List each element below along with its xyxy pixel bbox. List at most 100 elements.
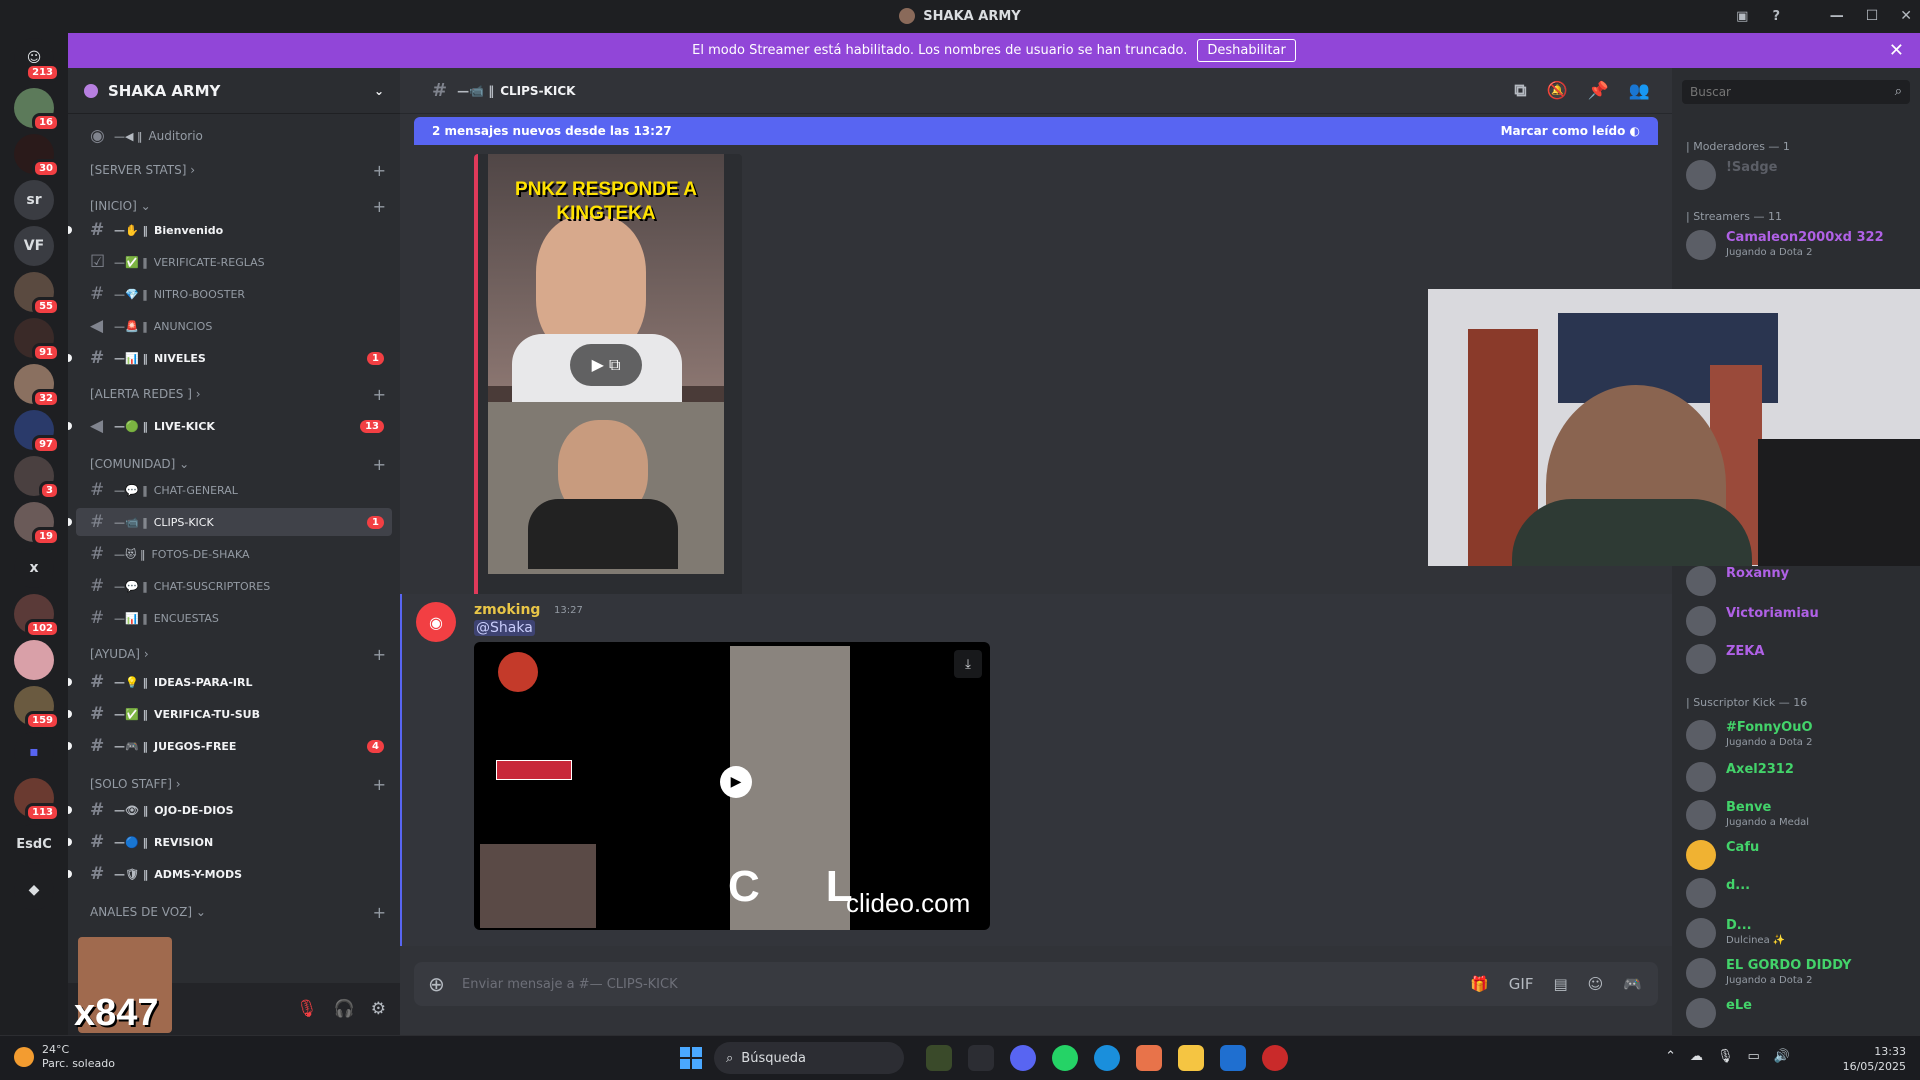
whatsapp-app-icon[interactable] (1052, 1045, 1078, 1071)
member-item[interactable]: #FonnyOuO Jugando a Dota 2 (1686, 718, 1914, 754)
disable-streamer-button[interactable]: Deshabilitar (1197, 39, 1296, 62)
add-channel-icon[interactable]: + (373, 197, 386, 216)
close-icon[interactable]: ✕ (1889, 40, 1904, 61)
guild-icon[interactable]: 159 (14, 686, 60, 730)
guild-icon[interactable]: 16 (14, 88, 60, 132)
message-input[interactable]: ⊕ Enviar mensaje a #— CLIPS-KICK 🎁 GIF ▤… (414, 962, 1658, 1006)
member-item[interactable]: ZEKA (1686, 642, 1914, 678)
weather-widget[interactable]: 24°C Parc. soleado (14, 1043, 115, 1071)
channel-chat-general[interactable]: # —💬 ‖ CHAT-GENERAL (76, 476, 392, 504)
channel-fotos[interactable]: # —😻 ‖ FOTOS-DE-SHAKA (76, 540, 392, 568)
guild-icon[interactable]: 113 (14, 778, 60, 822)
video-thumbnail[interactable]: PNKZ RESPONDE A KINGTEKA ▶ ⧉ (488, 154, 724, 574)
avatar[interactable]: ◉ (416, 602, 456, 642)
member-item[interactable]: Victoriamiau (1686, 604, 1914, 640)
start-button[interactable] (680, 1047, 702, 1069)
user-mention[interactable]: @Shaka (474, 620, 535, 636)
channel-verificate[interactable]: ☑ —✅ ‖ VERIFICATE-REGLAS (76, 248, 392, 276)
member-item[interactable]: D... Dulcinea ✨ (1686, 916, 1914, 952)
widget-icon[interactable] (926, 1045, 952, 1071)
display-icon[interactable]: ▭ (1748, 1049, 1760, 1064)
category-server-stats[interactable]: [SERVER STATS] › + (76, 158, 392, 182)
guild-icon[interactable]: 55 (14, 272, 60, 316)
server-header[interactable]: SHAKA ARMY ⌄ (68, 68, 400, 114)
category-canales-voz[interactable]: ANALES DE VOZ] ⌄ + (76, 900, 392, 924)
edge-app-icon[interactable] (1094, 1045, 1120, 1071)
mic-icon[interactable]: 🎙 (1717, 1049, 1734, 1064)
guild-icon[interactable]: ◆ (14, 870, 54, 910)
chevron-up-icon[interactable]: ⌃ (1665, 1049, 1676, 1064)
folder-icon[interactable]: ▪ (14, 732, 54, 772)
file-explorer-icon[interactable] (1178, 1045, 1204, 1071)
guild-icon[interactable]: 32 (14, 364, 60, 408)
channel-bienvenido[interactable]: # —✋ ‖ Bienvenido (68, 216, 392, 244)
member-item[interactable]: eLe (1686, 996, 1914, 1032)
taskview-icon[interactable] (968, 1045, 994, 1071)
channel-ojo-de-dios[interactable]: # —👁 ‖ OJO-DE-DIOS (68, 796, 392, 824)
member-item[interactable]: Camaleon2000xd 322 Jugando a Dota 2 (1686, 228, 1914, 264)
channel-encuestas[interactable]: # —📊 ‖ ENCUESTAS (76, 604, 392, 632)
chevron-down-icon[interactable]: ⌄ (374, 84, 384, 98)
add-channel-icon[interactable]: + (373, 385, 386, 404)
search-input[interactable] (1682, 80, 1910, 104)
guild-icon[interactable]: 19 (14, 502, 60, 546)
add-attachment-icon[interactable]: ⊕ (428, 972, 445, 996)
help-icon[interactable]: ? (1772, 9, 1780, 24)
download-icon[interactable]: ⤓ (954, 650, 982, 678)
pin-icon[interactable]: 📌 (1588, 81, 1609, 101)
member-item[interactable]: Benve Jugando a Medal (1686, 798, 1914, 834)
close-window-button[interactable]: ✕ (1900, 8, 1912, 24)
category-inicio[interactable]: [INICIO] ⌄ + (76, 194, 392, 218)
stage-channel[interactable]: ◉ —◀ ‖ Auditorio (76, 122, 392, 150)
minimize-button[interactable]: — (1830, 8, 1844, 24)
store-app-icon[interactable] (1220, 1045, 1246, 1071)
guild-icon[interactable]: x (14, 548, 54, 588)
copilot-app-icon[interactable] (1136, 1045, 1162, 1071)
clock[interactable]: 13:33 16/05/2025 (1843, 1044, 1906, 1074)
mic-muted-icon[interactable]: 🎙 (296, 999, 318, 1019)
member-item[interactable]: EL GORDO DIDDY Jugando a Dota 2 (1686, 956, 1914, 992)
add-channel-icon[interactable]: + (373, 903, 386, 922)
channel-revision[interactable]: # —🔵 ‖ REVISION (68, 828, 392, 856)
bell-icon[interactable]: 🔕 (1546, 81, 1567, 101)
record-app-icon[interactable] (1262, 1045, 1288, 1071)
guild-icon[interactable]: VF (14, 226, 54, 266)
emoji-icon[interactable]: ☺ (1588, 975, 1604, 993)
mark-read-button[interactable]: Marcar como leído ◐ (1501, 124, 1640, 138)
guild-icon[interactable] (14, 640, 54, 680)
member-item[interactable]: d... (1686, 876, 1914, 912)
activities-icon[interactable]: 🎮 (1623, 975, 1642, 993)
guild-icon[interactable]: 97 (14, 410, 60, 454)
channel-verifica-sub[interactable]: # —✅ ‖ VERIFICA-TU-SUB (68, 700, 392, 728)
category-comunidad[interactable]: [COMUNIDAD] ⌄ + (76, 452, 392, 476)
new-messages-bar[interactable]: 2 mensajes nuevos desde las 13:27 Marcar… (414, 117, 1658, 145)
channel-niveles[interactable]: # —📊 ‖ NIVELES 1 (68, 344, 392, 372)
channel-anuncios[interactable]: ◀ —🚨 ‖ ANUNCIOS (76, 312, 392, 340)
network-icon[interactable]: ☁ (1690, 1049, 1703, 1064)
channel-clips-kick[interactable]: # —📹 ‖ CLIPS-KICK 1 (68, 508, 392, 536)
channel-juegos-free[interactable]: # —🎮 ‖ JUEGOS-FREE 4 (68, 732, 392, 760)
member-item[interactable]: Roxanny (1686, 564, 1914, 600)
channel-live-kick[interactable]: ◀ —🟢 ‖ LIVE-KICK 13 (68, 412, 392, 440)
sticker-icon[interactable]: ▤ (1553, 975, 1567, 993)
discord-app-icon[interactable] (1010, 1045, 1036, 1071)
add-channel-icon[interactable]: + (373, 645, 386, 664)
category-solo-staff[interactable]: [SOLO STAFF] › + (76, 772, 392, 796)
play-icon[interactable]: ▶ (720, 766, 752, 798)
add-channel-icon[interactable]: + (373, 161, 386, 180)
guild-icon[interactable]: 30 (14, 134, 60, 178)
channel-chat-suscriptores[interactable]: # —💬 ‖ CHAT-SUSCRIPTORES (76, 572, 392, 600)
search-icon[interactable]: ⌕ (1895, 84, 1902, 99)
gear-icon[interactable]: ⚙ (371, 999, 386, 1019)
guild-icon[interactable]: 102 (14, 594, 60, 638)
gift-icon[interactable]: 🎁 (1470, 975, 1489, 993)
guild-icon[interactable]: 91 (14, 318, 60, 362)
category-ayuda[interactable]: [AYUDA] › + (76, 642, 392, 666)
taskbar-search[interactable]: ⌕ Búsqueda (714, 1042, 904, 1074)
guild-icon[interactable]: 3 (14, 456, 60, 500)
play-icon[interactable]: ▶ ⧉ (570, 344, 642, 386)
channel-nitro[interactable]: # —💎 ‖ NITRO-BOOSTER (76, 280, 392, 308)
category-alerta[interactable]: [ALERTA REDES ] › + (76, 382, 392, 406)
channel-adms-mods[interactable]: # —🛡 ‖ ADMS-Y-MODS (68, 860, 392, 888)
headphones-muted-icon[interactable]: 🎧 (334, 999, 355, 1019)
